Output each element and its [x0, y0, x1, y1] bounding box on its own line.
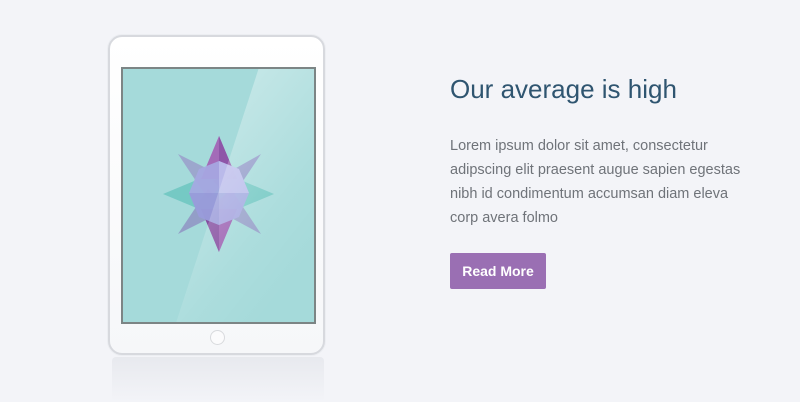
feature-description: Lorem ipsum dolor sit amet, consectetur … — [450, 138, 741, 226]
home-button — [210, 330, 225, 345]
tablet-screen — [121, 67, 316, 324]
tablet-frame — [108, 35, 325, 355]
read-more-button[interactable]: Read More — [450, 253, 546, 289]
star-compass-icon — [163, 136, 274, 252]
feature-heading: Our average is high — [450, 74, 677, 104]
tablet-device — [108, 35, 325, 402]
tablet-reflection — [112, 357, 324, 402]
